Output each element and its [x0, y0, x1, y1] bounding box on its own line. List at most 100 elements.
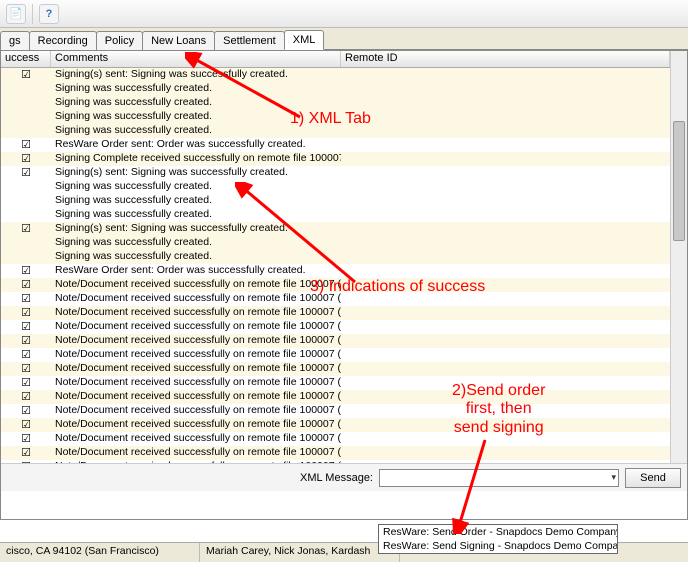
success-cell: [1, 96, 51, 109]
comments-cell: Signing was successfully created.: [51, 250, 341, 263]
checkmark-icon: ☑: [21, 279, 31, 291]
table-row[interactable]: ☑Note/Document received successfully on …: [1, 278, 687, 292]
success-cell: ☑: [1, 264, 51, 277]
checkmark-icon: ☑: [21, 321, 31, 333]
table-row[interactable]: Signing was successfully created.: [1, 236, 687, 250]
col-header-success[interactable]: uccess: [1, 51, 51, 67]
checkmark-icon: ☑: [21, 139, 31, 151]
comments-cell: Signing was successfully created.: [51, 208, 341, 221]
comments-cell: Note/Document received successfully on r…: [51, 432, 341, 445]
document-icon: 📄: [9, 7, 23, 20]
comments-cell: Signing was successfully created.: [51, 180, 341, 193]
success-cell: ☑: [1, 334, 51, 347]
table-row[interactable]: ☑Note/Document received successfully on …: [1, 418, 687, 432]
success-cell: ☑: [1, 166, 51, 179]
success-cell: [1, 236, 51, 249]
tab-new-loans[interactable]: New Loans: [142, 31, 215, 50]
table-row[interactable]: ☑Note/Document received successfully on …: [1, 292, 687, 306]
comments-cell: Signing(s) sent: Signing was successfull…: [51, 68, 341, 81]
bottom-bar: XML Message: ▾ Send: [1, 463, 687, 491]
remote-id-cell: -1: [341, 264, 687, 277]
table-row[interactable]: Signing was successfully created.: [1, 250, 687, 264]
checkmark-icon: ☑: [21, 419, 31, 431]
tab-gs[interactable]: gs: [0, 31, 30, 50]
table-row[interactable]: ☑ResWare Order sent: Order was successfu…: [1, 138, 687, 152]
remote-id-cell: -1: [341, 68, 687, 81]
table-row[interactable]: ☑Note/Document received successfully on …: [1, 320, 687, 334]
success-cell: ☑: [1, 376, 51, 389]
help-button[interactable]: ?: [39, 4, 59, 24]
tab-xml[interactable]: XML: [284, 30, 325, 50]
remote-id-cell: -1: [341, 306, 687, 319]
xml-message-select[interactable]: ▾: [379, 469, 619, 487]
remote-id-cell: -1: [341, 432, 687, 445]
table-row[interactable]: ☑ResWare Order sent: Order was successfu…: [1, 264, 687, 278]
table-row[interactable]: ☑Note/Document received successfully on …: [1, 432, 687, 446]
grid-header: uccess Comments Remote ID: [1, 51, 687, 68]
remote-id-cell: [341, 110, 687, 123]
checkmark-icon: ☑: [21, 335, 31, 347]
table-row[interactable]: ☑Signing(s) sent: Signing was successful…: [1, 222, 687, 236]
table-row[interactable]: ☑Signing(s) sent: Signing was successful…: [1, 68, 687, 82]
table-row[interactable]: Signing was successfully created.: [1, 82, 687, 96]
table-row[interactable]: ☑Note/Document received successfully on …: [1, 376, 687, 390]
tab-recording[interactable]: Recording: [29, 31, 97, 50]
comments-cell: Note/Document received successfully on r…: [51, 376, 341, 389]
table-row[interactable]: ☑Signing Complete received successfully …: [1, 152, 687, 166]
table-row[interactable]: Signing was successfully created.: [1, 124, 687, 138]
scrollbar-thumb[interactable]: [673, 121, 685, 241]
table-row[interactable]: ☑Note/Document received successfully on …: [1, 446, 687, 460]
dropdown-option[interactable]: ResWare: Send Order - Snapdocs Demo Comp…: [379, 525, 617, 539]
tab-policy[interactable]: Policy: [96, 31, 143, 50]
col-header-remote[interactable]: Remote ID: [341, 51, 670, 67]
table-row[interactable]: ☑Note/Document received successfully on …: [1, 404, 687, 418]
send-button[interactable]: Send: [625, 468, 681, 488]
table-row[interactable]: ☑Signing(s) sent: Signing was successful…: [1, 166, 687, 180]
table-row[interactable]: Signing was successfully created.: [1, 96, 687, 110]
success-cell: ☑: [1, 278, 51, 291]
remote-id-cell: -1: [341, 348, 687, 361]
table-row[interactable]: ☑Note/Document received successfully on …: [1, 306, 687, 320]
grid-body[interactable]: ☑Signing(s) sent: Signing was successful…: [1, 68, 687, 491]
table-row[interactable]: Signing was successfully created.: [1, 110, 687, 124]
xml-message-label: XML Message:: [300, 472, 373, 484]
dropdown-option[interactable]: ResWare: Send Signing - Snapdocs Demo Co…: [379, 539, 617, 553]
checkmark-icon: ☑: [21, 405, 31, 417]
comments-cell: Signing(s) sent: Signing was successfull…: [51, 166, 341, 179]
toolbar-button[interactable]: 📄: [6, 4, 26, 24]
comments-cell: Signing was successfully created.: [51, 82, 341, 95]
comments-cell: Note/Document received successfully on r…: [51, 362, 341, 375]
table-row[interactable]: Signing was successfully created.: [1, 194, 687, 208]
remote-id-cell: -1: [341, 222, 687, 235]
checkmark-icon: ☑: [21, 447, 31, 459]
remote-id-cell: -1: [341, 418, 687, 431]
tab-settlement[interactable]: Settlement: [214, 31, 285, 50]
table-row[interactable]: ☑Note/Document received successfully on …: [1, 390, 687, 404]
table-row[interactable]: ☑Note/Document received successfully on …: [1, 348, 687, 362]
remote-id-cell: -1: [341, 166, 687, 179]
remote-id-cell: -1: [341, 278, 687, 291]
checkmark-icon: ☑: [21, 265, 31, 277]
help-icon: ?: [46, 8, 53, 20]
comments-cell: Signing Complete received successfully o…: [51, 152, 341, 165]
checkmark-icon: ☑: [21, 363, 31, 375]
remote-id-cell: [341, 194, 687, 207]
success-cell: ☑: [1, 306, 51, 319]
col-header-comments[interactable]: Comments: [51, 51, 341, 67]
remote-id-cell: -1: [341, 152, 687, 165]
remote-id-cell: [341, 208, 687, 221]
table-row[interactable]: Signing was successfully created.: [1, 208, 687, 222]
success-cell: ☑: [1, 404, 51, 417]
comments-cell: Note/Document received successfully on r…: [51, 390, 341, 403]
table-row[interactable]: ☑Note/Document received successfully on …: [1, 334, 687, 348]
success-cell: ☑: [1, 152, 51, 165]
success-cell: ☑: [1, 446, 51, 459]
remote-id-cell: [341, 96, 687, 109]
vertical-scrollbar[interactable]: [670, 51, 687, 491]
success-cell: ☑: [1, 68, 51, 81]
table-row[interactable]: ☑ Note/Document received successfully on …: [1, 362, 687, 376]
remote-id-cell: -1: [341, 138, 687, 151]
success-cell: [1, 194, 51, 207]
table-row[interactable]: Signing was successfully created.: [1, 180, 687, 194]
xml-message-dropdown[interactable]: ResWare: Send Order - Snapdocs Demo Comp…: [378, 524, 618, 554]
